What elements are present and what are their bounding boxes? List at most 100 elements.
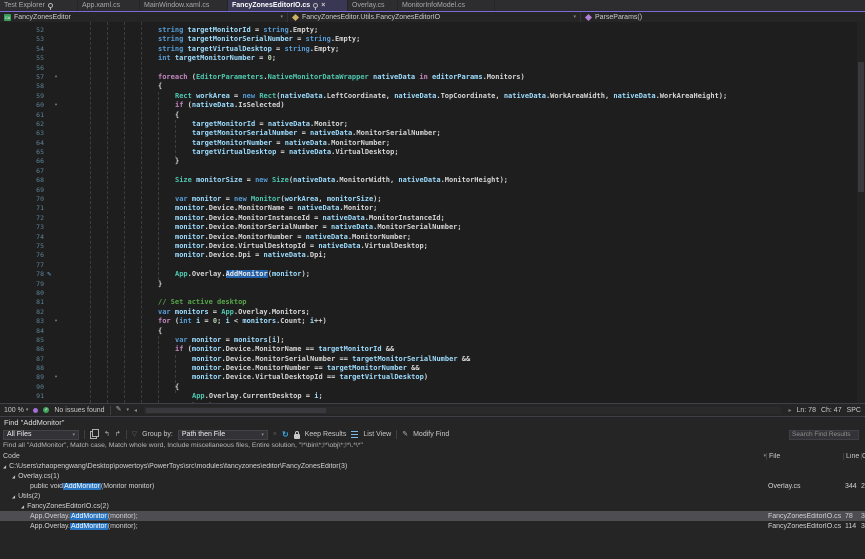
refresh-icon[interactable]: ↻ <box>282 430 289 439</box>
file-column-header[interactable]: File <box>766 453 843 460</box>
outlining-margin <box>44 82 68 91</box>
find-group-row[interactable]: ◢Overlay.cs (1) <box>0 471 865 481</box>
vertical-scrollbar-thumb[interactable] <box>858 62 864 192</box>
edit-indicator-icon[interactable]: ✎ <box>116 405 122 415</box>
code-line-80[interactable]: 80 <box>0 289 865 298</box>
code-line-67[interactable]: 67 <box>0 167 865 176</box>
code-line-56[interactable]: 56 <box>0 64 865 73</box>
code-line-54[interactable]: 54string targetVirtualDesktop = string.E… <box>0 45 865 54</box>
tree-expanded-icon[interactable]: ◢ <box>12 474 15 479</box>
search-find-results-input[interactable] <box>789 430 859 440</box>
code-line-55[interactable]: 55int targetMonitorNumber = 0; <box>0 54 865 63</box>
code-line-72[interactable]: 72monitor.Device.MonitorInstanceId = nat… <box>0 214 865 223</box>
keep-results-button[interactable]: Keep Results <box>305 431 347 438</box>
code-line-74[interactable]: 74monitor.Device.MonitorNumber = nativeD… <box>0 233 865 242</box>
code-line-88[interactable]: 88monitor.Device.MonitorNumber == target… <box>0 364 865 373</box>
code-line-63[interactable]: 63targetMonitorSerialNumber = nativeData… <box>0 129 865 138</box>
code-line-68[interactable]: 68Size monitorSize = new Size(nativeData… <box>0 176 865 185</box>
horizontal-scrollbar-thumb[interactable] <box>146 408 326 413</box>
scope-dropdown[interactable]: All Files ▾ <box>3 430 79 440</box>
code-line-65[interactable]: 65targetVirtualDesktop = nativeData.Virt… <box>0 148 865 157</box>
col-column-header[interactable]: Col <box>861 453 865 460</box>
find-result-row[interactable]: public void AddMonitor(Monitor monitor)O… <box>0 481 865 491</box>
code-line-81[interactable]: 81// Set active desktop <box>0 298 865 307</box>
line-column-header[interactable]: Line <box>843 453 861 460</box>
scroll-right-icon[interactable]: ▸ <box>788 407 791 414</box>
find-result-row[interactable]: App.Overlay.AddMonitor(monitor);FancyZon… <box>0 521 865 531</box>
find-group-row[interactable]: ◢FancyZonesEditorIO.cs (2) <box>0 501 865 511</box>
issues-status[interactable]: No issues found <box>54 407 104 414</box>
tab-overlay-cs[interactable]: Overlay.cs <box>348 0 398 11</box>
code-line-90[interactable]: 90{ <box>0 383 865 392</box>
list-view-icon[interactable] <box>351 431 358 438</box>
code-line-91[interactable]: 91App.Overlay.CurrentDesktop = i; <box>0 392 865 401</box>
code-column-header[interactable]: Code ▾ <box>0 453 766 460</box>
code-line-76[interactable]: 76monitor.Device.Dpi = nativeData.Dpi; <box>0 251 865 260</box>
collapse-all-icon[interactable]: ↱ <box>115 430 121 440</box>
code-line-64[interactable]: 64targetMonitorNumber = nativeData.Monit… <box>0 139 865 148</box>
tab-fancyzoneseditorio-cs[interactable]: FancyZonesEditorIO.cs× <box>228 0 348 11</box>
code-line-86[interactable]: 86if (monitor.Device.MonitorName == targ… <box>0 345 865 354</box>
code-line-61[interactable]: 61{ <box>0 111 865 120</box>
code-line-85[interactable]: 85var monitor = monitors[i]; <box>0 336 865 345</box>
modify-find-button[interactable]: Modify Find <box>413 431 449 438</box>
outlining-collapse-icon[interactable]: ▾ <box>44 373 68 382</box>
code-line-62[interactable]: 62targetMonitorId = nativeData.Monitor; <box>0 120 865 129</box>
tab-mainwindow-xaml-cs[interactable]: MainWindow.xaml.cs <box>140 0 228 11</box>
code-line-70[interactable]: 70var monitor = new Monitor(workArea, mo… <box>0 195 865 204</box>
vertical-scrollbar[interactable] <box>857 22 865 403</box>
tree-expanded-icon[interactable]: ◢ <box>21 504 24 509</box>
filter-icon[interactable]: ▽ <box>132 430 137 440</box>
code-line-77[interactable]: 77 <box>0 261 865 270</box>
line-number: 91 <box>0 392 44 401</box>
tree-expanded-icon[interactable]: ◢ <box>3 464 6 469</box>
code-line-52[interactable]: 52string targetMonitorId = string.Empty; <box>0 26 865 35</box>
code-line-75[interactable]: 75monitor.Device.VirtualDesktopId = nati… <box>0 242 865 251</box>
group-by-dropdown[interactable]: Path then File ▾ <box>178 430 268 440</box>
code-line-53[interactable]: 53string targetMonitorSerialNumber = str… <box>0 35 865 44</box>
find-result-row[interactable]: App.Overlay.AddMonitor(monitor);FancyZon… <box>0 511 865 521</box>
expand-all-icon[interactable]: ↰ <box>104 430 110 440</box>
code-line-60[interactable]: 60▾if (nativeData.IsSelected) <box>0 101 865 110</box>
copy-icon[interactable] <box>90 431 97 439</box>
scroll-left-icon[interactable]: ◂ <box>134 407 137 414</box>
document-health-icon[interactable] <box>33 408 38 413</box>
clear-results-icon[interactable]: × <box>273 430 277 440</box>
project-dropdown[interactable]: C# FancyZonesEditor ▾ <box>0 12 288 22</box>
code-line-58[interactable]: 58{ <box>0 82 865 91</box>
lock-icon[interactable] <box>294 434 300 439</box>
find-group-row[interactable]: ◢C:\Users\zhaopengwang\Desktop\powertoys… <box>0 461 865 471</box>
member-dropdown[interactable]: ParseParams() <box>581 12 865 22</box>
tab-test-explorer[interactable]: Test Explorer <box>0 0 78 11</box>
code-text: monitor.Device.MonitorSerialNumber = nat… <box>68 223 865 232</box>
pin-icon[interactable] <box>313 3 318 8</box>
code-line-84[interactable]: 84{ <box>0 327 865 336</box>
outlining-collapse-icon[interactable]: ▾ <box>44 101 68 110</box>
code-line-78[interactable]: 78App.Overlay.AddMonitor(monitor); <box>0 270 865 279</box>
code-line-89[interactable]: 89▾monitor.Device.VirtualDesktopId == ta… <box>0 373 865 382</box>
code-line-69[interactable]: 69 <box>0 186 865 195</box>
find-group-row[interactable]: ◢Utils (2) <box>0 491 865 501</box>
outlining-collapse-icon[interactable]: ▾ <box>44 317 68 326</box>
type-dropdown[interactable]: FancyZonesEditor.Utils.FancyZonesEditorI… <box>288 12 581 22</box>
tree-expanded-icon[interactable]: ◢ <box>12 494 15 499</box>
code-line-87[interactable]: 87monitor.Device.MonitorSerialNumber == … <box>0 355 865 364</box>
code-line-83[interactable]: 83▾for (int i = 0; i < monitors.Count; i… <box>0 317 865 326</box>
code-line-71[interactable]: 71monitor.Device.MonitorName = nativeDat… <box>0 204 865 213</box>
code-line-79[interactable]: 79} <box>0 280 865 289</box>
code-line-57[interactable]: 57▾foreach (EditorParameters.NativeMonit… <box>0 73 865 82</box>
close-icon[interactable]: × <box>321 2 325 9</box>
tab-app-xaml-cs[interactable]: App.xaml.cs <box>78 0 140 11</box>
zoom-control[interactable]: 100 % ▾ <box>4 407 28 414</box>
tab-monitorinfomodel-cs[interactable]: MonitorInfoModel.cs <box>398 0 495 11</box>
code-line-73[interactable]: 73monitor.Device.MonitorSerialNumber = n… <box>0 223 865 232</box>
code-line-66[interactable]: 66} <box>0 157 865 166</box>
pin-icon[interactable] <box>48 3 53 8</box>
code-line-82[interactable]: 82var monitors = App.Overlay.Monitors; <box>0 308 865 317</box>
find-row-content: App.Overlay.AddMonitor(monitor); <box>0 523 766 530</box>
list-view-button[interactable]: List View <box>363 431 391 438</box>
code-line-59[interactable]: 59Rect workArea = new Rect(nativeData.Le… <box>0 92 865 101</box>
horizontal-scrollbar[interactable] <box>144 407 782 414</box>
code-editor[interactable]: 52string targetMonitorId = string.Empty;… <box>0 22 865 403</box>
outlining-collapse-icon[interactable]: ▾ <box>44 73 68 82</box>
